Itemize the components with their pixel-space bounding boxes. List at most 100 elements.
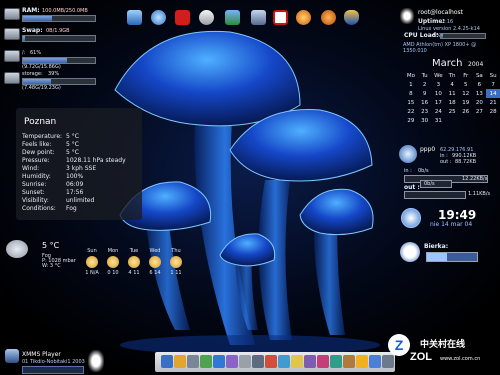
star-icon[interactable]	[356, 355, 368, 368]
monitor-icon[interactable]	[127, 10, 142, 25]
calendar-day[interactable]: 9	[418, 89, 432, 98]
book-icon[interactable]	[343, 355, 355, 368]
weather-details: Temperature: 5 °C Feels like: 5 °C Dew point…	[22, 133, 126, 213]
forecast-day-label: Sun	[87, 248, 97, 254]
calendar-day[interactable]: 8	[404, 89, 418, 98]
weather-row: Sunset: 17:56	[22, 189, 126, 197]
clock-icon[interactable]	[187, 355, 199, 368]
sun-icon	[107, 256, 119, 268]
weather-value: 17:56	[66, 189, 84, 196]
note-icon[interactable]	[291, 355, 303, 368]
xmms-track: 01 Tikdio-Nobitaki1 2003	[22, 359, 85, 365]
mail-icon[interactable]	[330, 355, 342, 368]
graphics-icon[interactable]	[251, 10, 266, 25]
video-icon[interactable]	[317, 355, 329, 368]
calendar-day[interactable]: 18	[445, 98, 459, 107]
office-icon[interactable]	[175, 10, 190, 25]
forecast-temp: 1 N/A	[85, 270, 99, 276]
swap-value: 0B/1.9GB	[46, 28, 70, 34]
weather-row: Pressure: 1028.11 hPa steady	[22, 157, 126, 165]
weather-row: Humidity: 100%	[22, 173, 126, 181]
image-icon[interactable]	[225, 10, 240, 25]
bierka-label: Bierka:	[424, 243, 449, 250]
calendar-weekday: Tu	[421, 73, 428, 79]
calendar-day[interactable]: 24	[431, 107, 445, 116]
net-in-rate: 0b/s	[418, 168, 429, 174]
calendar-day[interactable]: 19	[459, 98, 473, 107]
calendar-day[interactable]: 4	[445, 80, 459, 89]
swap-label: Swap:	[22, 27, 43, 34]
xmms-icon[interactable]	[5, 349, 19, 363]
calendar-day[interactable]: 28	[486, 107, 500, 116]
calendar-day[interactable]: 5	[459, 80, 473, 89]
calendar-day	[459, 116, 473, 125]
calendar-day[interactable]: 12	[459, 89, 473, 98]
home-icon[interactable]	[200, 355, 212, 368]
calendar-day[interactable]: 7	[486, 80, 500, 89]
gear-icon[interactable]	[252, 355, 264, 368]
calendar-day[interactable]: 23	[418, 107, 432, 116]
uptime-value: 2:16	[442, 19, 454, 25]
firefox-icon[interactable]	[296, 10, 311, 25]
calendar-day[interactable]: 3	[431, 80, 445, 89]
calendar-day[interactable]: 21	[486, 98, 500, 107]
calendar-day[interactable]: 30	[418, 116, 432, 125]
calendar-day[interactable]: 25	[445, 107, 459, 116]
calendar-day[interactable]: 29	[404, 116, 418, 125]
forecast-temp: 6 14	[149, 270, 161, 276]
weather-key: Dew point:	[22, 149, 55, 156]
calendar-day[interactable]: 2	[418, 80, 432, 89]
forecast-day: Tue 4 11	[124, 248, 144, 276]
calendar-day[interactable]: 31	[431, 116, 445, 125]
settings-icon[interactable]	[226, 355, 238, 368]
ram-icon	[4, 8, 20, 20]
globe-icon[interactable]	[213, 355, 225, 368]
calendar-day[interactable]: 26	[459, 107, 473, 116]
calendar-day[interactable]: 17	[431, 98, 445, 107]
shield-icon[interactable]	[344, 10, 359, 25]
tool-icon[interactable]	[382, 355, 394, 368]
calendar-day	[486, 116, 500, 125]
calendar-day[interactable]: 13	[473, 89, 487, 98]
xmms-title: XMMS Player	[22, 351, 61, 358]
calendar-day[interactable]: 1	[404, 80, 418, 89]
calendar-day[interactable]: 27	[473, 107, 487, 116]
weather-key: Humidity:	[22, 173, 51, 180]
calendar-day[interactable]: 6	[473, 80, 487, 89]
folder-icon[interactable]	[174, 355, 186, 368]
calendar-day[interactable]: 10	[431, 89, 445, 98]
calendar-day[interactable]: 20	[473, 98, 487, 107]
calendar-day[interactable]: 14	[486, 89, 500, 98]
calendar-day[interactable]: 15	[404, 98, 418, 107]
cal-icon[interactable]	[265, 355, 277, 368]
forecast-day: Mon 0 10	[103, 248, 123, 276]
calendar-day[interactable]: 11	[445, 89, 459, 98]
weather-row: Sunrise: 06:09	[22, 181, 126, 189]
xmms-progress[interactable]	[22, 366, 84, 374]
watermark-url: www.zol.com.cn	[440, 356, 481, 362]
forecast-day: Sun 1 N/A	[82, 248, 102, 276]
calendar-grid: Mo Tu We Th Fr Sa Su 1 2 3 4 5 6 7 8 9 10 11 12 13 14 15 16 17…	[404, 72, 500, 125]
fox-icon[interactable]	[321, 10, 336, 25]
audio-icon[interactable]	[304, 355, 316, 368]
pdf-icon[interactable]	[273, 10, 288, 25]
globe-icon[interactable]	[151, 10, 166, 25]
image-icon[interactable]	[278, 355, 290, 368]
weather-key: Conditions:	[22, 205, 56, 212]
host-user: root@localhost	[418, 9, 463, 16]
terminal-icon[interactable]	[161, 355, 173, 368]
zol-logo-icon: Z	[388, 334, 410, 356]
root-bar	[22, 57, 96, 64]
chat-icon[interactable]	[369, 355, 381, 368]
uptime-label: Uptime:	[418, 18, 445, 25]
calendar-day[interactable]: 22	[404, 107, 418, 116]
trash-icon[interactable]	[239, 355, 251, 368]
storage-percent: 39%	[48, 71, 60, 77]
clock-date: nie 14 mar 04	[430, 221, 473, 228]
film-icon[interactable]	[199, 10, 214, 25]
watermark-cn: 中关村在线	[420, 340, 466, 350]
calendar-day[interactable]: 16	[418, 98, 432, 107]
tux-icon	[400, 8, 414, 24]
sun-icon	[128, 256, 140, 268]
storage-label: storage:	[22, 71, 43, 77]
